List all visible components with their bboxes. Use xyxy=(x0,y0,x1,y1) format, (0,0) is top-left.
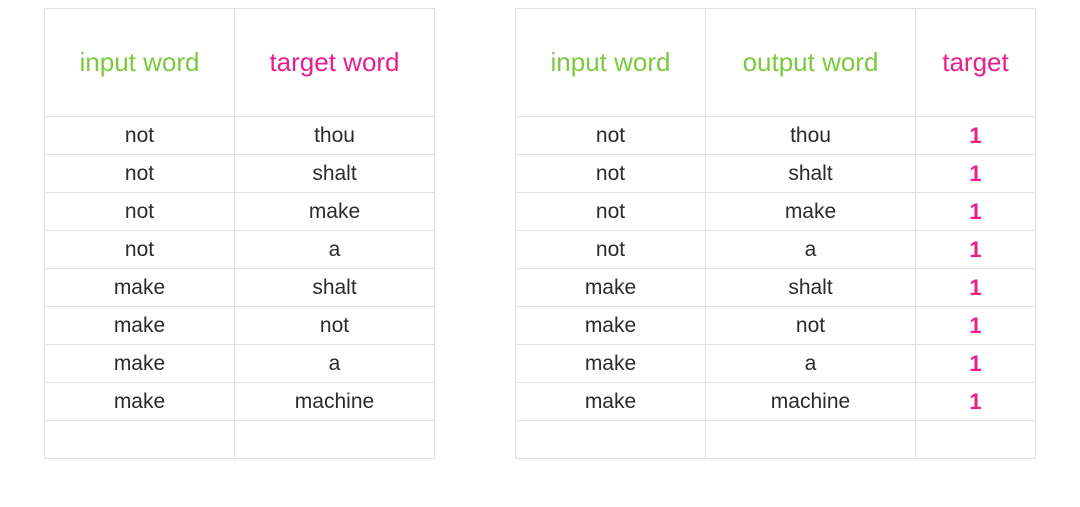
cell-target: 1 xyxy=(916,193,1036,231)
cell-target-word: thou xyxy=(235,117,435,155)
table-row: not shalt xyxy=(45,155,435,193)
cell-input-word: not xyxy=(516,231,706,269)
cell-empty xyxy=(516,421,706,459)
cell-target: 1 xyxy=(916,269,1036,307)
col-header-target: target xyxy=(916,9,1036,117)
cell-output-word: a xyxy=(706,345,916,383)
cell-output-word: a xyxy=(706,231,916,269)
table-row: make not xyxy=(45,307,435,345)
cell-input-word: not xyxy=(45,193,235,231)
table-row: make shalt 1 xyxy=(516,269,1036,307)
cell-input-word: make xyxy=(516,307,706,345)
col-header-output-word: output word xyxy=(706,9,916,117)
table-row: not a 1 xyxy=(516,231,1036,269)
cell-input-word: make xyxy=(45,307,235,345)
col-header-target-word: target word xyxy=(235,9,435,117)
table-header-row: input word output word target xyxy=(516,9,1036,117)
cell-input-word: not xyxy=(45,231,235,269)
cell-input-word: not xyxy=(516,117,706,155)
cell-input-word: make xyxy=(45,383,235,421)
table-row-empty xyxy=(516,421,1036,459)
cell-target-word: shalt xyxy=(235,269,435,307)
cell-input-word: not xyxy=(45,117,235,155)
table-row: make not 1 xyxy=(516,307,1036,345)
cell-target-word: a xyxy=(235,345,435,383)
table-row: make a 1 xyxy=(516,345,1036,383)
cell-target: 1 xyxy=(916,383,1036,421)
cell-target: 1 xyxy=(916,117,1036,155)
table-row: not thou 1 xyxy=(516,117,1036,155)
col-header-input-word: input word xyxy=(516,9,706,117)
table-row: not thou xyxy=(45,117,435,155)
cell-target: 1 xyxy=(916,307,1036,345)
table-row: not a xyxy=(45,231,435,269)
skipgram-pairs-table: input word target word not thou not shal… xyxy=(44,8,435,459)
cell-empty xyxy=(706,421,916,459)
cell-output-word: machine xyxy=(706,383,916,421)
cell-target-word: machine xyxy=(235,383,435,421)
cell-target-word: not xyxy=(235,307,435,345)
cell-empty xyxy=(916,421,1036,459)
col-header-input-word: input word xyxy=(45,9,235,117)
table-row: make shalt xyxy=(45,269,435,307)
cell-empty xyxy=(235,421,435,459)
cell-target-word: shalt xyxy=(235,155,435,193)
table-row: make machine 1 xyxy=(516,383,1036,421)
cell-target-word: make xyxy=(235,193,435,231)
cell-input-word: not xyxy=(516,155,706,193)
table-header-row: input word target word xyxy=(45,9,435,117)
cell-input-word: make xyxy=(516,345,706,383)
cell-input-word: make xyxy=(516,269,706,307)
table-row: not make xyxy=(45,193,435,231)
cell-input-word: make xyxy=(45,269,235,307)
cell-input-word: not xyxy=(45,155,235,193)
table-row: make a xyxy=(45,345,435,383)
skipgram-labeled-table: input word output word target not thou 1… xyxy=(515,8,1036,459)
cell-output-word: thou xyxy=(706,117,916,155)
cell-output-word: shalt xyxy=(706,269,916,307)
table-row: make machine xyxy=(45,383,435,421)
cell-output-word: shalt xyxy=(706,155,916,193)
cell-target-word: a xyxy=(235,231,435,269)
cell-target: 1 xyxy=(916,231,1036,269)
cell-input-word: make xyxy=(45,345,235,383)
cell-empty xyxy=(45,421,235,459)
cell-output-word: not xyxy=(706,307,916,345)
cell-input-word: not xyxy=(516,193,706,231)
cell-target: 1 xyxy=(916,345,1036,383)
table-row: not make 1 xyxy=(516,193,1036,231)
cell-output-word: make xyxy=(706,193,916,231)
table-row: not shalt 1 xyxy=(516,155,1036,193)
table-row-empty xyxy=(45,421,435,459)
cell-input-word: make xyxy=(516,383,706,421)
cell-target: 1 xyxy=(916,155,1036,193)
